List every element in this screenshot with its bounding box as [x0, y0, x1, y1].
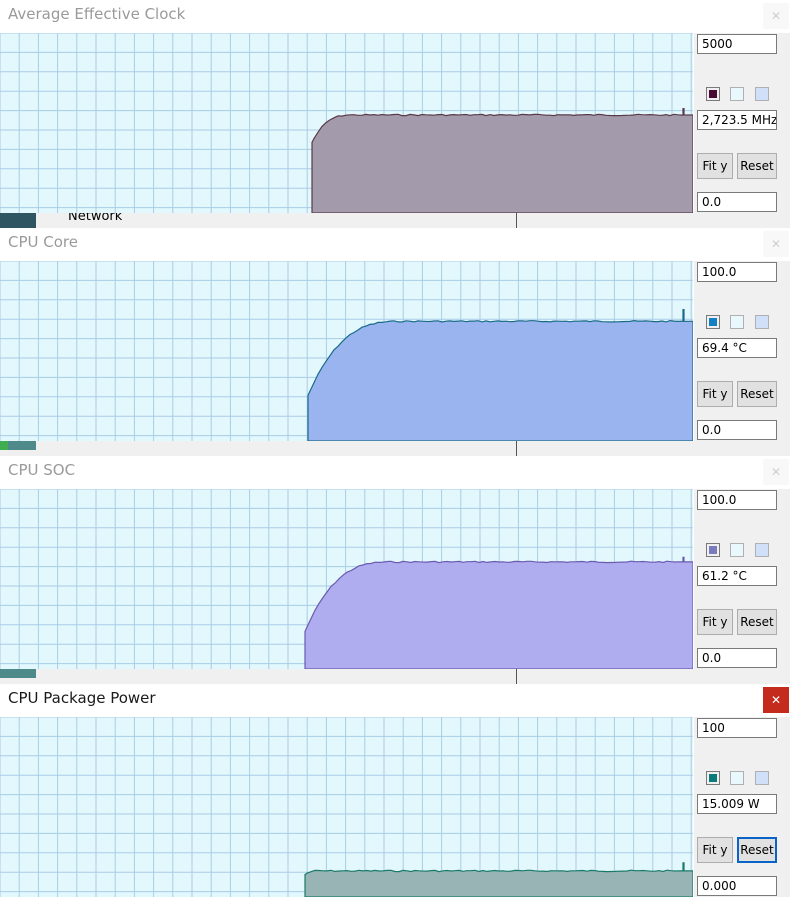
graph-controls: 100.0 61.2 °C Fit y Reset 0.0 — [694, 489, 790, 669]
graph-window-cpu-core: CPU Core ✕ 100.0 69.4 °C Fit y Reset 0.0 — [0, 228, 790, 456]
background-window-strip: Network — [0, 213, 790, 228]
min-scale-field[interactable]: 0.0 — [697, 420, 777, 440]
sensor-graph — [0, 33, 693, 213]
graph-window-cpu-soc: CPU SOC ✕ 100.0 61.2 °C Fit y Reset 0.0 — [0, 456, 790, 684]
window-title: CPU SOC — [8, 461, 76, 479]
max-scale-field[interactable]: 100 — [697, 718, 777, 738]
current-value-field: 61.2 °C — [697, 566, 777, 586]
sensor-series — [304, 556, 693, 669]
line-color-swatch[interactable] — [706, 771, 720, 785]
title-bar[interactable]: Average Effective Clock ✕ — [0, 0, 790, 33]
grid-color-swatch[interactable] — [755, 87, 769, 101]
fit-y-button[interactable]: Fit y — [697, 609, 733, 635]
min-scale-field[interactable]: 0.0 — [697, 648, 777, 668]
background-color-swatch[interactable] — [730, 771, 744, 785]
window-title: CPU Package Power — [8, 689, 156, 707]
background-icon — [0, 441, 36, 450]
reset-button[interactable]: Reset — [737, 381, 777, 407]
max-scale-field[interactable]: 5000 — [697, 34, 777, 54]
close-button[interactable]: ✕ — [763, 687, 789, 713]
column-divider — [516, 669, 517, 684]
sensor-series — [311, 108, 693, 213]
graph-controls: 100.0 69.4 °C Fit y Reset 0.0 — [694, 261, 790, 441]
max-scale-field[interactable]: 100.0 — [697, 490, 777, 510]
min-scale-field[interactable]: 0.0 — [697, 192, 777, 212]
reset-button[interactable]: Reset — [737, 153, 777, 179]
current-value-field: 69.4 °C — [697, 338, 777, 358]
line-color-swatch[interactable] — [706, 543, 720, 557]
background-color-swatch[interactable] — [730, 543, 744, 557]
close-button[interactable]: ✕ — [763, 231, 789, 257]
sensor-graph — [0, 717, 693, 897]
reset-button[interactable]: Reset — [737, 837, 777, 863]
title-bar[interactable]: CPU SOC ✕ — [0, 456, 790, 489]
graph-controls: 5000 2,723.5 MHz Fit y Reset 0.0 — [694, 33, 790, 213]
column-divider — [516, 441, 517, 456]
sensor-graph — [0, 489, 693, 669]
close-button[interactable]: ✕ — [763, 3, 789, 29]
column-divider — [516, 213, 517, 228]
title-bar[interactable]: CPU Core ✕ — [0, 228, 790, 261]
reset-button[interactable]: Reset — [737, 609, 777, 635]
graph-controls: 100 15.009 W Fit y Reset 0.000 — [694, 717, 790, 897]
graph-window-average-effective-clock: Average Effective Clock ✕ 5000 2,723.5 M… — [0, 0, 790, 228]
current-value-field: 2,723.5 MHz — [697, 110, 777, 130]
background-window-strip — [0, 441, 790, 456]
background-color-swatch[interactable] — [730, 315, 744, 329]
background-icon — [0, 669, 36, 678]
fit-y-button[interactable]: Fit y — [697, 837, 733, 863]
grid-color-swatch[interactable] — [755, 315, 769, 329]
graph-window-cpu-package-power: CPU Package Power ✕ 100 15.009 W Fit y R… — [0, 684, 790, 898]
fit-y-button[interactable]: Fit y — [697, 381, 733, 407]
grid-color-swatch[interactable] — [755, 543, 769, 557]
graph-background — [0, 717, 693, 897]
line-color-swatch[interactable] — [706, 87, 720, 101]
grid-color-swatch[interactable] — [755, 771, 769, 785]
network-tree-item: Network — [68, 213, 123, 224]
title-bar[interactable]: CPU Package Power ✕ — [0, 684, 790, 717]
window-title: CPU Core — [8, 233, 78, 251]
sensor-graph — [0, 261, 693, 441]
current-value-field: 15.009 W — [697, 794, 777, 814]
window-title: Average Effective Clock — [8, 5, 186, 23]
close-button[interactable]: ✕ — [763, 459, 789, 485]
background-color-swatch[interactable] — [730, 87, 744, 101]
max-scale-field[interactable]: 100.0 — [697, 262, 777, 282]
line-color-swatch[interactable] — [706, 315, 720, 329]
background-icon — [0, 213, 36, 228]
background-window-strip — [0, 669, 790, 684]
min-scale-field[interactable]: 0.000 — [697, 876, 777, 896]
sensor-series — [307, 309, 693, 441]
fit-y-button[interactable]: Fit y — [697, 153, 733, 179]
